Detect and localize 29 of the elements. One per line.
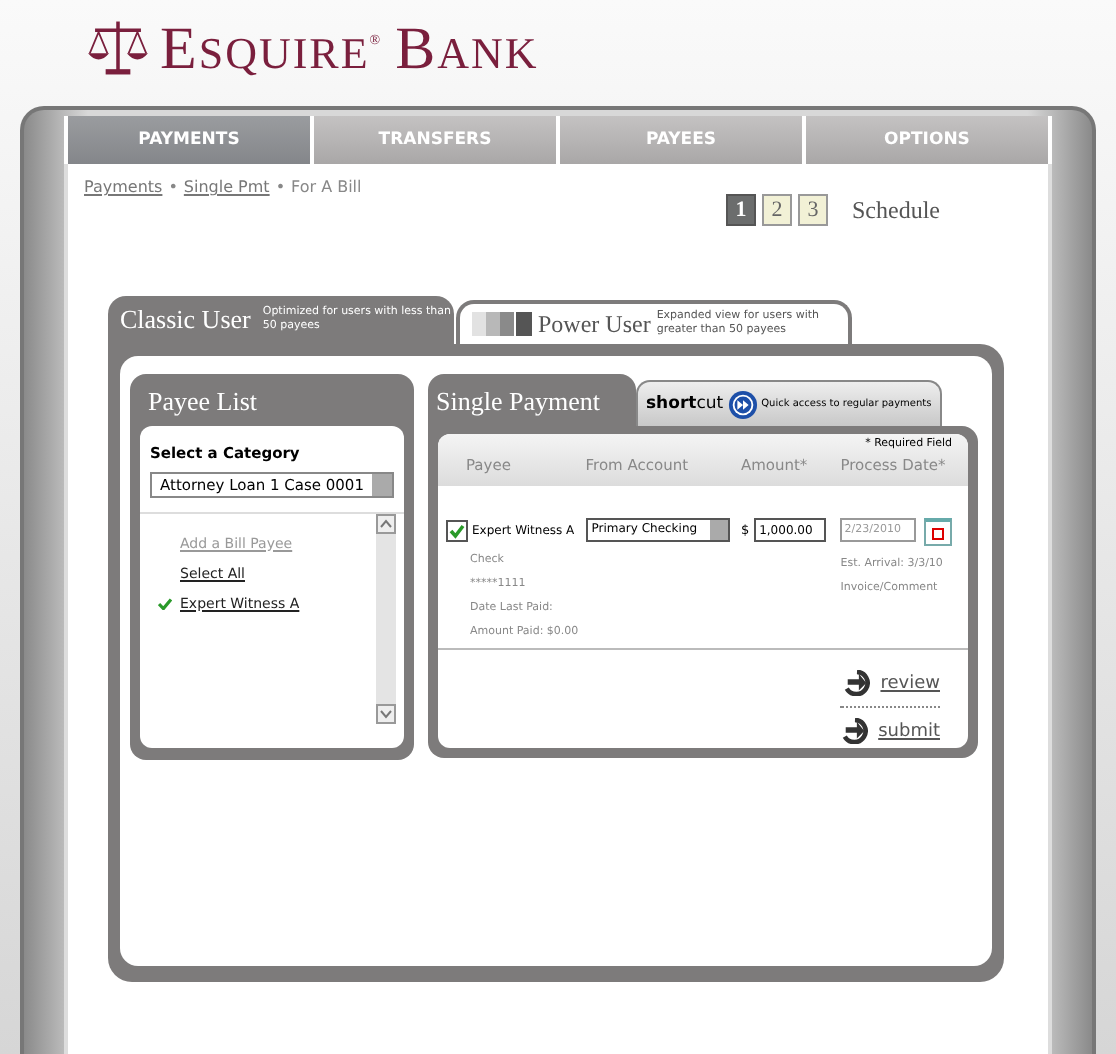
- arrow-icon: [842, 718, 869, 744]
- step-title: Schedule: [852, 195, 940, 225]
- dropdown-icon: [709, 520, 728, 540]
- calendar-icon[interactable]: [924, 518, 953, 546]
- breadcrumb-link[interactable]: Single Pmt: [183, 178, 270, 196]
- step-indicator: 3: [798, 194, 828, 226]
- panel-title: Single Payment: [428, 374, 636, 426]
- scales-icon: [88, 17, 148, 77]
- panel-title: Payee List: [146, 384, 260, 420]
- mode-title: Classic User: [120, 304, 251, 336]
- breadcrumb-separator: •: [168, 178, 178, 196]
- bars-icon: [472, 312, 532, 336]
- fast-forward-icon: [727, 389, 758, 419]
- mode-title: Power User: [538, 309, 651, 339]
- bank-logo: ESQUIRE$^{®}$ BANK: [160, 14, 539, 80]
- scroll-down-icon[interactable]: [376, 704, 396, 724]
- shortcut-logo: shortcut: [646, 394, 724, 414]
- step-indicator: 1: [726, 194, 756, 226]
- scroll-up-icon[interactable]: [376, 514, 396, 534]
- dropdown-icon: [372, 474, 392, 496]
- scrollbar[interactable]: [376, 514, 396, 724]
- action-link[interactable]: review: [880, 673, 940, 693]
- breadcrumb-separator: •: [275, 178, 286, 196]
- action-link[interactable]: submit: [878, 721, 940, 741]
- breadcrumb-link[interactable]: Payments: [84, 178, 163, 196]
- checkbox[interactable]: [446, 519, 468, 541]
- step-indicator: 2: [762, 194, 792, 226]
- breadcrumb-current: For A Bill: [291, 178, 362, 196]
- arrow-icon: [844, 670, 871, 696]
